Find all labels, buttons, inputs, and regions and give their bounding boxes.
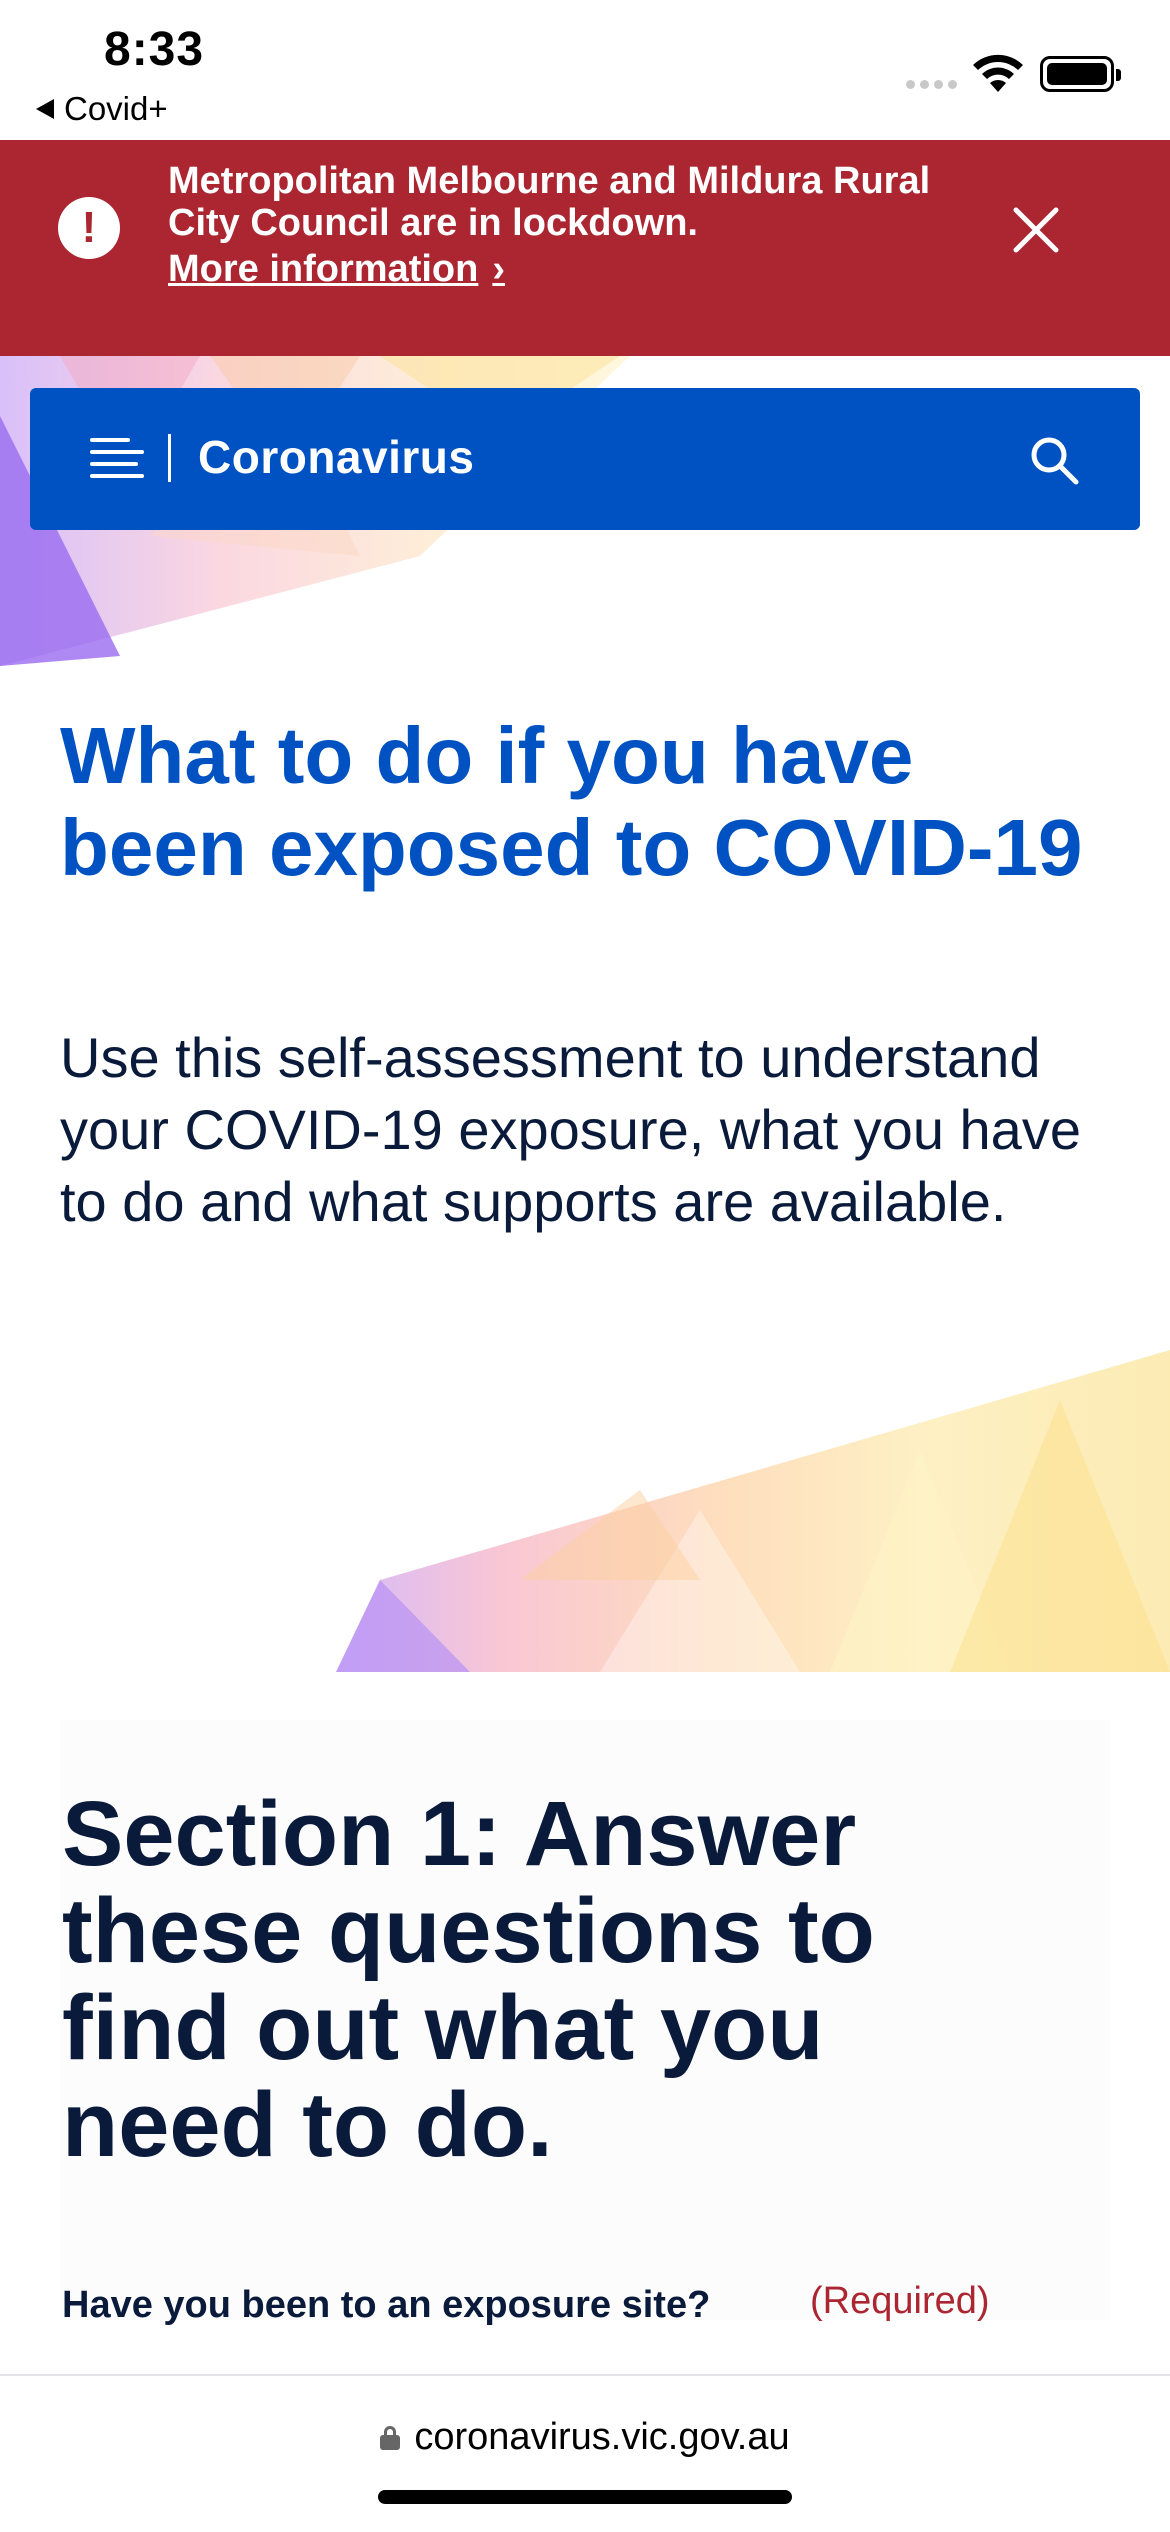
menu-icon[interactable] [90,438,144,480]
site-title-link[interactable]: Coronavirus [198,430,474,484]
exposure-site-question-label: Have you been to an exposure site? [62,2284,711,2326]
battery-icon [1040,56,1121,92]
status-time: 8:33 [104,23,205,76]
site-header: Coronavirus [30,388,1140,530]
alert-message: Metropolitan Melbourne and Mildura Rural… [168,160,931,244]
lock-icon [380,2425,401,2450]
page-title: What to do if you have been exposed to C… [60,711,1083,892]
lockdown-alert-banner: ! Metropolitan Melbourne and Mildura Rur… [0,140,1170,356]
back-app-label: Covid+ [64,90,168,127]
address-bar[interactable]: coronavirus.vic.gov.au [0,2416,1170,2459]
page-intro: Use this self-assessment to understand y… [60,1026,1081,1233]
cellular-signal-icon [906,80,957,89]
back-to-app-button[interactable]: Covid+ [36,90,168,128]
status-bar: 8:33 Covid+ [0,0,1170,140]
home-indicator[interactable] [378,2490,792,2504]
search-icon[interactable] [1026,432,1082,488]
section-decorative-pattern [336,1350,1170,1672]
back-arrow-icon [36,99,54,119]
wifi-icon [973,54,1023,92]
required-indicator: (Required) [810,2280,990,2322]
exclamation-icon: ! [58,197,120,259]
chevron-right-icon: › [492,248,505,290]
close-icon[interactable] [1006,200,1066,260]
more-information-link[interactable]: More information › [168,248,505,291]
more-information-label: More information [168,248,479,290]
section-1-heading: Section 1: Answer these questions to fin… [62,1783,875,2176]
page: 8:33 Covid+ ! Metropolitan Melbourne and… [0,0,1170,2532]
url-text: coronavirus.vic.gov.au [414,2416,790,2458]
browser-bottom-bar: coronavirus.vic.gov.au [0,2374,1170,2532]
nav-divider [168,434,171,482]
